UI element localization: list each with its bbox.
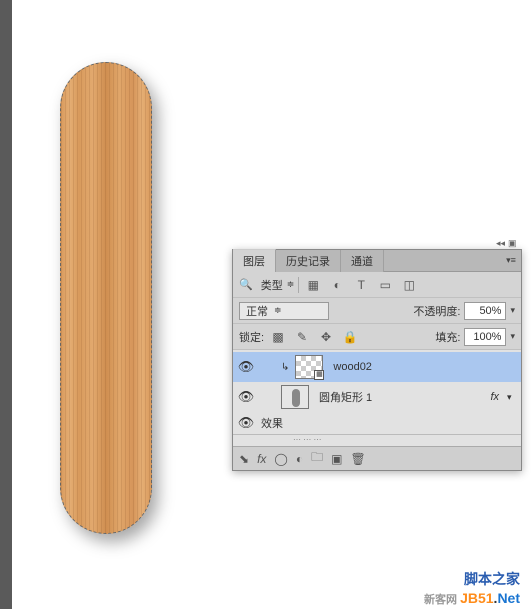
- blend-mode-value: 正常: [246, 303, 268, 319]
- close-panel-icon[interactable]: ▣: [508, 238, 518, 248]
- blend-mode-select[interactable]: 正常 ≑: [239, 302, 329, 320]
- filter-smart-icon[interactable]: ◫: [399, 276, 419, 294]
- filter-row: 🔍 类型 ≑ ▦ ◐ T ▭ ◫: [233, 272, 521, 298]
- mask-icon[interactable]: ◯: [274, 452, 287, 466]
- filter-pixel-icon[interactable]: ▦: [303, 276, 323, 294]
- lock-position-icon[interactable]: ✥: [316, 328, 336, 346]
- layer-row[interactable]: 👁 圆角矩形 1 fx ▾: [233, 382, 521, 412]
- tab-history[interactable]: 历史记录: [276, 250, 341, 272]
- canvas-ruler-edge: [0, 0, 12, 609]
- visibility-icon[interactable]: 👁: [237, 388, 255, 406]
- visibility-icon[interactable]: 👁: [237, 358, 255, 376]
- fill-value: 100%: [473, 331, 501, 343]
- link-layers-icon[interactable]: ⬊: [239, 452, 249, 466]
- fx-icon[interactable]: fx: [257, 452, 266, 466]
- lock-all-icon[interactable]: 🔒: [340, 328, 360, 346]
- layer-row[interactable]: 👁 ↳ ▦ wood02: [233, 352, 521, 382]
- collapse-icon[interactable]: ◂◂: [496, 238, 506, 248]
- watermark-text: 新客网 JB51.Net: [424, 590, 520, 607]
- lock-row: 锁定: ▩ ✎ ✥ 🔒 填充: 100% ▾: [233, 324, 521, 350]
- layers-panel: ◂◂ ▣ 图层 历史记录 通道 ▾≡ 🔍 类型 ≑ ▦ ◐ T ▭ ◫ 正常 ≑…: [232, 249, 522, 471]
- panel-footer: ⬊ fx ◯ ◐ 🗀 ▣ 🗑: [233, 446, 521, 470]
- fx-badge: fx: [490, 391, 499, 403]
- tab-layers[interactable]: 图层: [233, 249, 276, 272]
- filter-type-label: 类型: [261, 277, 283, 293]
- truncated-indicator: ⋯ ⋯ ⋯: [233, 434, 521, 444]
- fx-expand-icon[interactable]: ▾: [507, 392, 517, 403]
- panel-menu-icon[interactable]: ▾≡: [505, 255, 517, 267]
- panel-handle: ◂◂ ▣: [496, 238, 518, 248]
- layers-list: 👁 ↳ ▦ wood02 👁 圆角矩形 1 fx ▾ 👁 效果 ⋯ ⋯ ⋯: [233, 350, 521, 446]
- tab-channels[interactable]: 通道: [341, 250, 384, 272]
- filter-type-dropdown[interactable]: 类型 ≑: [257, 277, 300, 293]
- filter-adjust-icon[interactable]: ◐: [327, 276, 347, 294]
- fx-effects-row[interactable]: 👁 效果: [233, 412, 521, 434]
- new-layer-icon[interactable]: ▣: [331, 452, 342, 466]
- fill-input[interactable]: 100%: [464, 328, 506, 346]
- chevron-down-icon: ≑: [287, 279, 295, 290]
- layer-thumbnail[interactable]: ▦: [295, 355, 323, 379]
- search-icon: 🔍: [239, 278, 253, 291]
- clip-arrow-icon: ↳: [281, 362, 289, 373]
- opacity-slider-icon[interactable]: ▾: [510, 305, 515, 316]
- lock-transparent-icon[interactable]: ▩: [268, 328, 288, 346]
- fill-slider-icon[interactable]: ▾: [510, 331, 515, 342]
- layer-name[interactable]: 圆角矩形 1: [319, 389, 486, 405]
- layer-thumbnail[interactable]: [281, 385, 309, 409]
- wood-stick-shape: [60, 62, 152, 534]
- opacity-value: 50%: [479, 305, 501, 317]
- delete-icon[interactable]: 🗑: [350, 452, 365, 466]
- visibility-icon[interactable]: 👁: [237, 414, 255, 432]
- watermark-text: 脚本之家: [464, 569, 520, 589]
- group-icon[interactable]: 🗀: [311, 448, 323, 469]
- adjustment-icon[interactable]: ◐: [296, 452, 303, 466]
- effects-label: 效果: [261, 415, 283, 431]
- fill-label: 填充:: [435, 329, 460, 345]
- layer-name[interactable]: wood02: [333, 361, 517, 373]
- filter-shape-icon[interactable]: ▭: [375, 276, 395, 294]
- panel-tabs: 图层 历史记录 通道 ▾≡: [233, 250, 521, 272]
- opacity-label: 不透明度:: [413, 303, 460, 319]
- lock-pixels-icon[interactable]: ✎: [292, 328, 312, 346]
- lock-label: 锁定:: [239, 329, 264, 345]
- smart-object-icon: ▦: [314, 370, 324, 380]
- chevron-down-icon: ≑: [274, 305, 282, 316]
- blend-row: 正常 ≑ 不透明度: 50% ▾: [233, 298, 521, 324]
- opacity-input[interactable]: 50%: [464, 302, 506, 320]
- filter-text-icon[interactable]: T: [351, 276, 371, 294]
